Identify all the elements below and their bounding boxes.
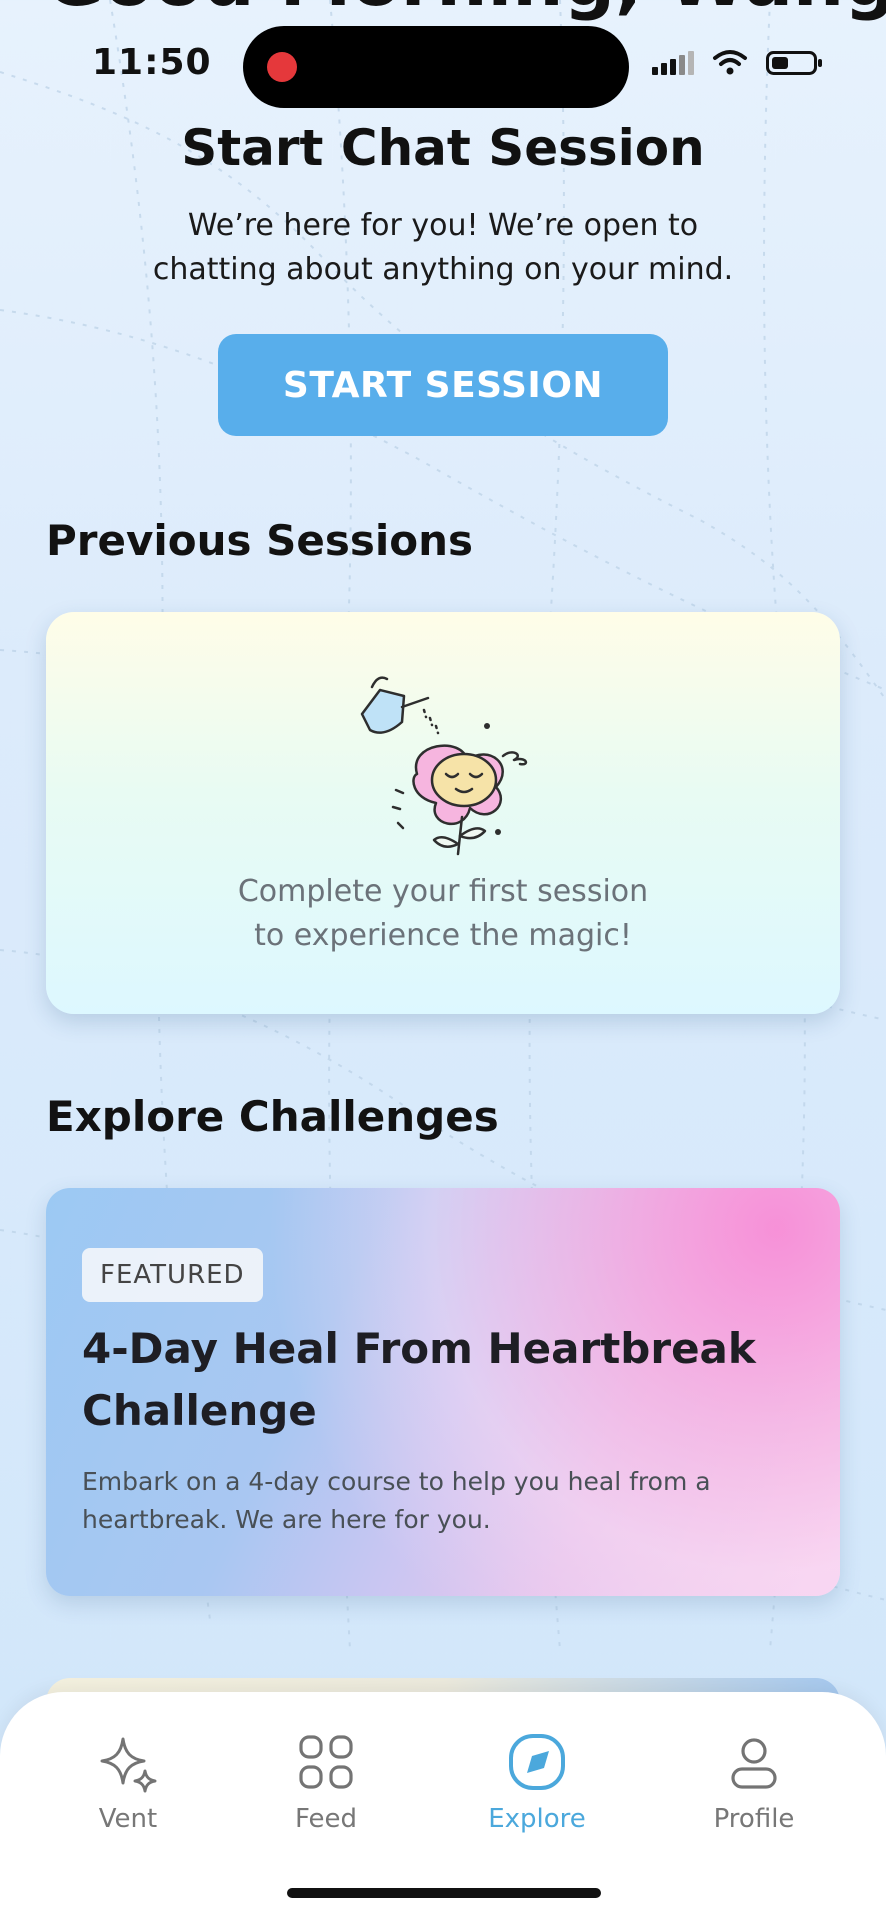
challenge-title: 4-Day Heal From Heartbreak Challenge: [82, 1324, 756, 1435]
battery-icon: [766, 51, 822, 75]
empty-state-message: Complete your first session to experienc…: [46, 870, 840, 958]
nav-vent[interactable]: Vent: [43, 1730, 213, 1835]
chat-description-line-1: We’re here for you! We’re open to: [187, 208, 699, 243]
chat-description-line-2: chatting about anything on your mind.: [152, 252, 734, 287]
nav-profile[interactable]: Profile: [669, 1730, 839, 1835]
chat-session-section: Start Chat Session We’re here for you! W…: [0, 118, 886, 292]
nav-vent-label: Vent: [98, 1804, 158, 1834]
challenge-description: Embark on a 4-day course to help you hea…: [82, 1467, 711, 1534]
nav-profile-label: Profile: [713, 1804, 795, 1834]
watering-can-flower-illustration-icon: [360, 676, 528, 856]
dynamic-island: [243, 26, 629, 108]
start-session-button[interactable]: START SESSION: [218, 334, 668, 436]
nav-explore[interactable]: Explore: [452, 1730, 622, 1835]
home-indicator[interactable]: [287, 1888, 601, 1898]
explore-screen: Good Morning, Wang! 11:50: [0, 0, 886, 1920]
cellular-signal-icon: [652, 51, 694, 75]
nav-feed[interactable]: Feed: [241, 1730, 411, 1835]
wifi-icon: [713, 50, 747, 75]
nav-feed-label: Feed: [294, 1804, 358, 1834]
recording-indicator-icon: [267, 52, 297, 82]
previous-sessions-heading: Previous Sessions: [46, 516, 474, 565]
bottom-navigation: Vent Feed Explore Profile: [0, 1692, 886, 1920]
status-icons: [652, 48, 824, 78]
status-time: 11:50: [92, 42, 212, 83]
featured-badge: FEATURED: [82, 1248, 263, 1302]
sparkle-icon: [100, 1737, 157, 1793]
empty-state-line-2: to experience the magic!: [254, 918, 632, 953]
explore-challenges-heading: Explore Challenges: [46, 1092, 499, 1141]
chat-session-title: Start Chat Session: [181, 119, 705, 177]
compass-icon: [509, 1734, 565, 1790]
user-icon: [731, 1738, 777, 1789]
status-bar: 11:50: [0, 0, 886, 130]
previous-sessions-empty-card: Complete your first session to experienc…: [46, 612, 840, 1014]
featured-challenge-card[interactable]: FEATURED 4-Day Heal From Heartbreak Chal…: [46, 1188, 840, 1596]
chat-session-description: We’re here for you! We’re open to chatti…: [0, 204, 886, 292]
nav-explore-label: Explore: [488, 1804, 586, 1834]
empty-state-line-1: Complete your first session: [237, 874, 649, 909]
grid-icon: [299, 1735, 353, 1789]
